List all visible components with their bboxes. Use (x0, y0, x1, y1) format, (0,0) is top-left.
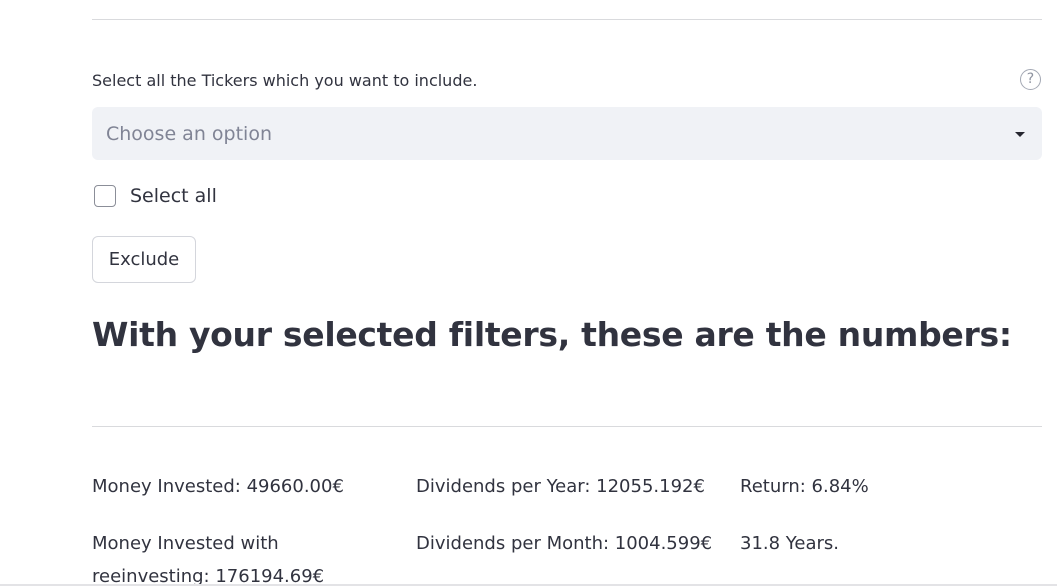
select-all-label[interactable]: Select all (130, 185, 217, 207)
dividends-per-month-stat: Dividends per Month: 1004.599€ (416, 533, 713, 554)
money-reinvested-stat: Money Invested with reeinvesting: 176194… (92, 533, 325, 586)
dividends-per-year-stat: Dividends per Year: 12055.192€ (416, 476, 705, 497)
app-page: Select all the Tickers which you want to… (0, 0, 1057, 586)
money-invested-stat: Money Invested: 49660.00€ (92, 476, 344, 497)
question-circle-icon[interactable]: ? (1020, 69, 1041, 90)
chevron-down-icon[interactable] (1015, 132, 1025, 137)
tickers-label: Select all the Tickers which you want to… (92, 71, 478, 90)
years-stat: 31.8 Years. (740, 533, 840, 554)
select-all-checkbox[interactable] (94, 185, 116, 207)
return-stat: Return: 6.84% (740, 476, 869, 497)
multiselect-placeholder: Choose an option (106, 122, 272, 145)
exclude-button[interactable]: Exclude (92, 236, 196, 283)
select-all-checkbox-row[interactable]: Select all (94, 185, 217, 207)
top-divider (92, 19, 1042, 20)
tickers-multiselect[interactable]: Choose an option (92, 107, 1042, 160)
results-heading: With your selected filters, these are th… (92, 315, 1012, 354)
results-divider (92, 426, 1042, 427)
